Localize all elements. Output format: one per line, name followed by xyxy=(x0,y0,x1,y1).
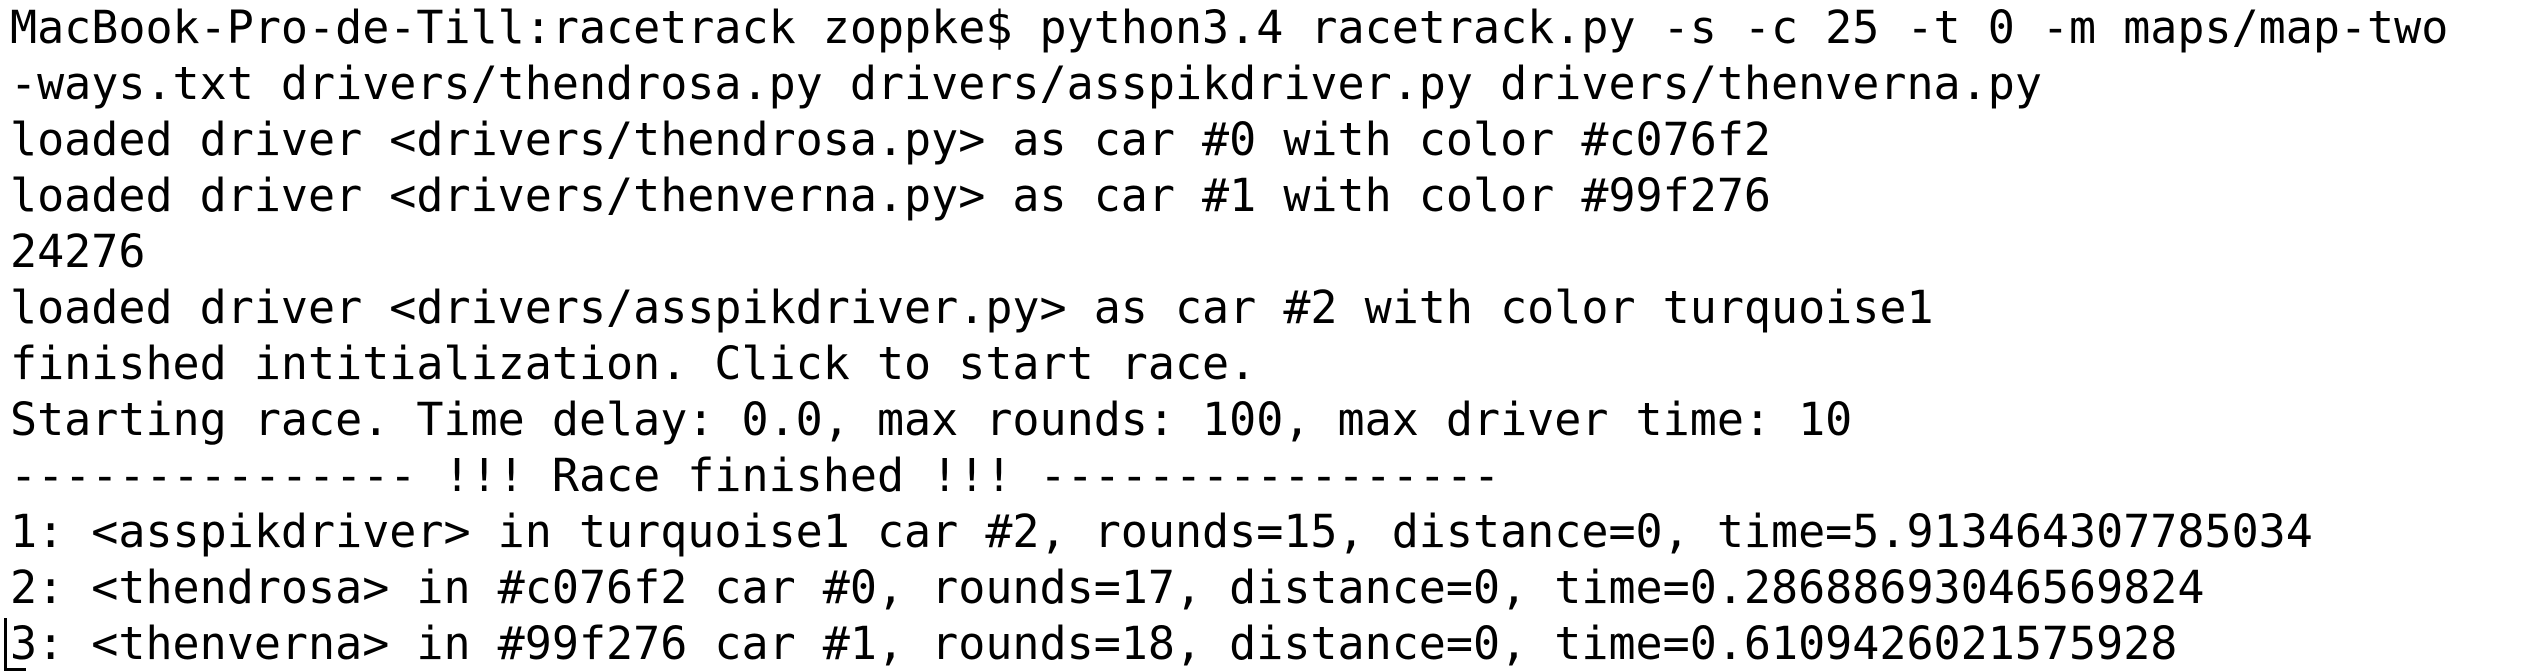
terminal-line-load-thendrosa: loaded driver <drivers/thendrosa.py> as … xyxy=(10,113,1771,166)
terminal-line-race-start: Starting race. Time delay: 0.0, max roun… xyxy=(10,393,1853,446)
terminal-line-race-finished: --------------- !!! Race finished !!! --… xyxy=(10,449,1501,502)
terminal-line-result-3: 3: <thenverna> in #99f276 car #1, rounds… xyxy=(10,617,2178,670)
text-cursor-underline xyxy=(4,668,26,671)
terminal-line-result-2: 2: <thendrosa> in #c076f2 car #0, rounds… xyxy=(10,561,2205,614)
terminal-line-number: 24276 xyxy=(10,225,146,278)
terminal-line-command-wrap: -ways.txt drivers/thendrosa.py drivers/a… xyxy=(10,57,2042,110)
text-cursor xyxy=(4,618,7,668)
terminal-line-command: MacBook-Pro-de-Till:racetrack zoppke$ py… xyxy=(10,1,2449,54)
terminal-line-result-1: 1: <asspikdriver> in turquoise1 car #2, … xyxy=(10,505,2313,558)
terminal-line-load-thenverna: loaded driver <drivers/thenverna.py> as … xyxy=(10,169,1771,222)
terminal-window[interactable]: MacBook-Pro-de-Till:racetrack zoppke$ py… xyxy=(0,0,2538,672)
terminal-line-load-asspikdriver: loaded driver <drivers/asspikdriver.py> … xyxy=(10,281,1934,334)
terminal-line-init-finished: finished intitialization. Click to start… xyxy=(10,337,1257,390)
